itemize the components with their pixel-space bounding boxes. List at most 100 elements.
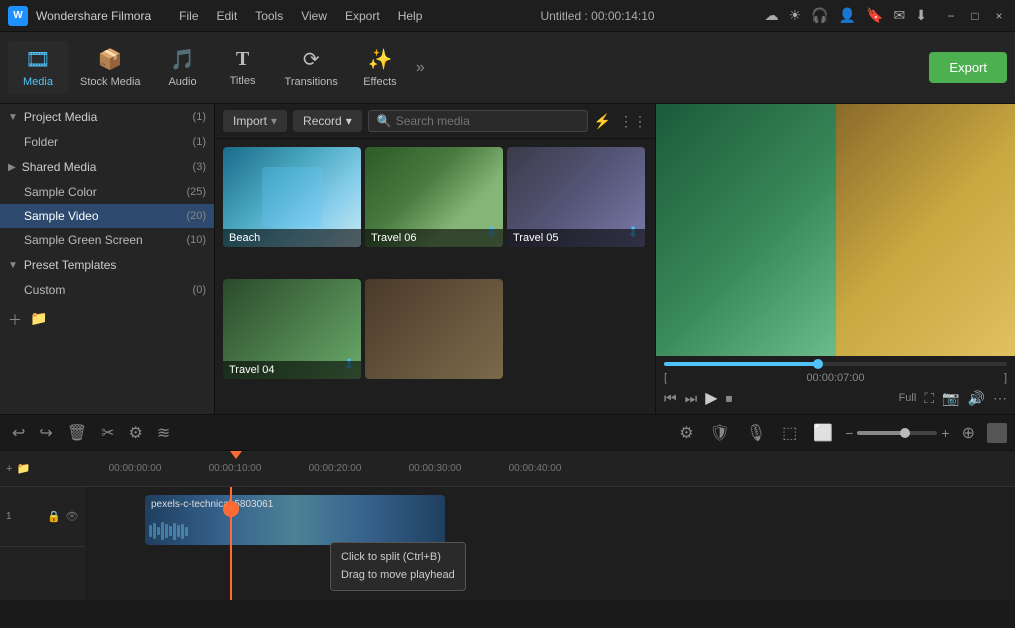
step-back-button[interactable]: ⏮	[664, 390, 677, 407]
sidebar-item-sample-video[interactable]: Sample Video (20)	[0, 204, 214, 228]
tooltip-line1: Click to split (Ctrl+B)	[341, 549, 455, 567]
delete-button[interactable]: 🗑	[63, 421, 91, 445]
sidebar-item-custom[interactable]: Custom (0)	[0, 278, 214, 302]
toolbar-titles[interactable]: T Titles	[213, 42, 273, 93]
media-thumb-travel06[interactable]: ⬇ Travel 06	[365, 147, 503, 247]
clip-filename: pexels-c-technical-5803061	[145, 495, 279, 514]
menu-export[interactable]: Export	[337, 7, 388, 25]
snapshot-button[interactable]: 📷	[942, 390, 959, 407]
fullscreen-button[interactable]: ⛶	[924, 390, 934, 407]
pip-button[interactable]: ⬜	[809, 421, 837, 445]
search-input[interactable]	[396, 114, 579, 128]
toolbar-transitions[interactable]: ⟳ Transitions	[273, 41, 350, 94]
frame-back-button[interactable]: ⏭	[685, 390, 698, 407]
user-icon[interactable]: 👤	[839, 7, 856, 24]
sidebar-project-media-header[interactable]: ▼ Project Media (1)	[0, 104, 214, 130]
sidebar-item-sample-color[interactable]: Sample Color (25)	[0, 180, 214, 204]
menu-edit[interactable]: Edit	[209, 7, 246, 25]
track-lock-icon[interactable]: 🔒	[47, 510, 61, 523]
cut-button[interactable]: ✂	[97, 421, 118, 445]
transitions-icon: ⟳	[303, 47, 320, 72]
export-button[interactable]: Export	[929, 52, 1007, 83]
sun-icon[interactable]: ☀	[789, 7, 802, 24]
shared-media-arrow: ▶	[8, 162, 16, 173]
toolbar-audio[interactable]: 🎵 Audio	[153, 41, 213, 94]
filter-icon[interactable]: ⚡	[594, 113, 611, 130]
maximize-button[interactable]: □	[967, 8, 983, 24]
sidebar-item-sample-green[interactable]: Sample Green Screen (10)	[0, 228, 214, 252]
volume-button[interactable]: 🔊	[968, 390, 985, 407]
media-thumb-beach[interactable]: Beach	[223, 147, 361, 247]
zoom-out-button[interactable]: −	[845, 425, 853, 441]
toolbar-media-label: Media	[23, 76, 53, 88]
mic-button[interactable]: 🎙	[742, 421, 770, 445]
track-number: 1	[6, 511, 12, 522]
undo-button[interactable]: ↩	[8, 421, 29, 445]
media-content: Import ▾ Record ▾ 🔍 ⚡ ⋮⋮ Beach	[215, 104, 655, 414]
media-thumb-travel06-label: Travel 06	[365, 229, 503, 247]
import-button[interactable]: Import ▾	[223, 110, 287, 132]
media-thumb-travel05-label: Travel 05	[507, 229, 645, 247]
toolbar-audio-label: Audio	[168, 76, 196, 88]
add-icon[interactable]: ＋	[8, 310, 22, 330]
settings-button[interactable]: ⚙	[125, 421, 147, 445]
preview-progress-handle[interactable]	[813, 359, 823, 369]
search-bar[interactable]: 🔍	[368, 110, 588, 132]
toolbar-more-button[interactable]: »	[410, 53, 431, 83]
shield-button[interactable]: 🛡	[706, 421, 734, 445]
ruler-playhead	[230, 451, 242, 459]
custom-count: (0)	[193, 284, 206, 296]
add-track-button[interactable]: ⊕	[958, 421, 979, 445]
preview-time-row: [ 00:00:07:00 ]	[664, 372, 1007, 384]
bookmark-icon[interactable]: 🔖	[866, 7, 883, 24]
download-icon[interactable]: ⬇	[915, 7, 927, 24]
sample-video-count: (20)	[186, 210, 206, 222]
preview-control-buttons: ⏮ ⏭ ▶ ⏹ Full ⛶ 📷 🔊 ⋯	[664, 388, 1007, 408]
more-options-button[interactable]: ⋯	[993, 390, 1007, 407]
toolbar-stock-media[interactable]: 📦 Stock Media	[68, 41, 153, 94]
folder-icon[interactable]: 📁	[30, 310, 47, 330]
track-icons: 🔒 👁	[47, 510, 79, 523]
stop-button[interactable]: ⏹	[726, 390, 733, 407]
add-track-icon[interactable]: +	[6, 463, 12, 475]
media-thumb-travel05[interactable]: ⬇ Travel 05	[507, 147, 645, 247]
playhead-circle[interactable]	[223, 501, 239, 517]
ruler-mark-3: 00:00:30:00	[385, 463, 485, 474]
sidebar-item-folder[interactable]: Folder (1)	[0, 130, 214, 154]
ruler-mark-2: 00:00:20:00	[285, 463, 385, 474]
snap-button[interactable]: ⚙	[675, 421, 697, 445]
close-button[interactable]: ×	[991, 8, 1007, 24]
cloud-icon[interactable]: ☁	[765, 7, 779, 24]
redo-button[interactable]: ↪	[35, 421, 56, 445]
main-toolbar: 🎞 Media 📦 Stock Media 🎵 Audio T Titles ⟳…	[0, 32, 1015, 104]
preset-arrow: ▼	[8, 260, 18, 271]
menu-view[interactable]: View	[293, 7, 335, 25]
sidebar-shared-media-header[interactable]: ▶ Shared Media (3)	[0, 154, 214, 180]
minimize-button[interactable]: −	[943, 8, 959, 24]
stock-media-icon: 📦	[98, 47, 123, 72]
toolbar-effects[interactable]: ✨ Effects	[350, 41, 410, 94]
media-thumb-travel04[interactable]: ⬇ Travel 04	[223, 279, 361, 379]
preview-controls: [ 00:00:07:00 ] ⏮ ⏭ ▶ ⏹ Full ⛶ 📷 🔊 ⋯	[656, 356, 1015, 414]
timeline-clip[interactable]: pexels-c-technical-5803061	[145, 495, 445, 545]
audio-button[interactable]: ≋	[153, 421, 174, 445]
menu-file[interactable]: File	[171, 7, 206, 25]
preview-progress-bar[interactable]	[664, 362, 1007, 366]
record-button[interactable]: Record ▾	[293, 110, 362, 132]
track-visibility-icon[interactable]: 👁	[65, 510, 79, 523]
headphone-icon[interactable]: 🎧	[811, 7, 828, 24]
mail-icon[interactable]: ✉	[894, 7, 906, 24]
toolbar-media[interactable]: 🎞 Media	[8, 41, 68, 94]
sidebar-preset-header[interactable]: ▼ Preset Templates	[0, 252, 214, 278]
grid-icon[interactable]: ⋮⋮	[619, 113, 647, 130]
menu-help[interactable]: Help	[390, 7, 431, 25]
bracket-open: [	[664, 372, 667, 384]
zoom-in-button[interactable]: +	[941, 425, 949, 441]
play-button[interactable]: ▶	[705, 388, 717, 408]
media-thumb-partial[interactable]	[365, 279, 503, 379]
timeline-toolbar: ↩ ↪ 🗑 ✂ ⚙ ≋ ⚙ 🛡 🎙 ⬚ ⬜ − + ⊕	[0, 415, 1015, 451]
window-controls: − □ ×	[943, 8, 1007, 24]
menu-tools[interactable]: Tools	[247, 7, 291, 25]
split-button[interactable]: ⬚	[778, 421, 801, 445]
folder-track-icon[interactable]: 📁	[16, 462, 30, 475]
